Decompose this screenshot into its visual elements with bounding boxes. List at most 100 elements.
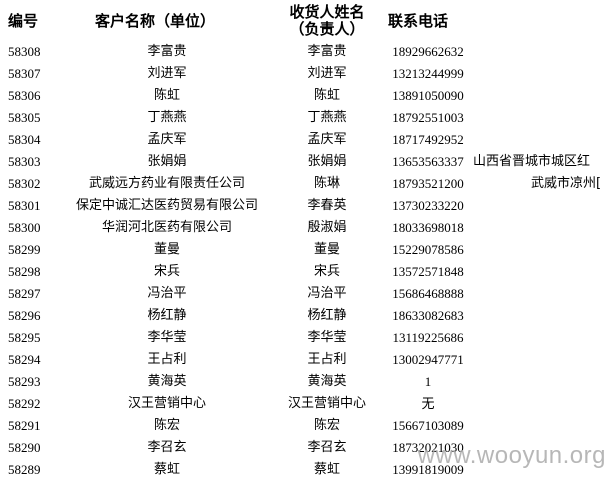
header-phone: 联系电话 — [388, 12, 449, 30]
table-row: 58304 孟庆军 孟庆军 18717492952 — [0, 129, 616, 151]
table-row: 58295 李华莹 李华莹 13119225686 — [0, 327, 616, 349]
table-row: 58301 保定中诚汇达医药贸易有限公司 李春英 13730233220 — [0, 195, 616, 217]
cell-customer: 宋兵 — [153, 264, 180, 279]
cell-customer: 保定中诚汇达医药贸易有限公司 — [75, 198, 258, 213]
cell-receiver: 张娟娟 — [307, 154, 347, 169]
cell-receiver: 刘进军 — [307, 66, 347, 81]
cell-id: 58304 — [8, 132, 41, 147]
watermark: www.wooyun.org — [417, 442, 606, 469]
cell-customer: 丁燕燕 — [147, 110, 187, 125]
cell-phone: 18717492952 — [392, 132, 464, 147]
cell-customer: 李富贵 — [147, 44, 187, 59]
cell-receiver: 丁燕燕 — [307, 110, 347, 125]
cell-receiver: 宋兵 — [313, 264, 340, 279]
cell-receiver: 陈琳 — [313, 176, 340, 191]
table-row: 58297 冯治平 冯治平 15686468888 — [0, 283, 616, 305]
table-row: 58293 黄海英 黄海英 1 — [0, 371, 616, 393]
cell-address: 山西省晋城市城区红 — [473, 154, 591, 169]
cell-customer: 王占利 — [147, 352, 187, 367]
cell-id: 58292 — [8, 396, 41, 411]
cell-id: 58301 — [8, 198, 41, 213]
cell-customer: 冯治平 — [147, 286, 187, 301]
table-row: 58307 刘进军 刘进军 13213244999 — [0, 63, 616, 85]
header-id: 编号 — [8, 12, 39, 30]
cell-receiver: 汉王营销中心 — [287, 396, 366, 411]
cell-id: 58296 — [8, 308, 41, 323]
cell-customer: 黄海英 — [147, 374, 187, 389]
cell-id: 58290 — [8, 440, 41, 455]
cell-customer: 刘进军 — [147, 66, 187, 81]
table-row: 58303 张娟娟 张娟娟 13653563337 山西省晋城市城区红 — [0, 151, 616, 173]
cell-phone: 18929662632 — [392, 44, 464, 59]
cell-receiver: 陈宏 — [313, 418, 340, 433]
cell-customer: 汉王营销中心 — [127, 396, 206, 411]
cell-receiver: 李富贵 — [307, 44, 347, 59]
table-header: 编号 客户名称（单位） 收货人姓名 （负责人） 联系电话 — [0, 0, 616, 44]
cell-receiver: 王占利 — [307, 352, 347, 367]
cell-id: 58306 — [8, 88, 41, 103]
cell-receiver: 李召玄 — [307, 440, 347, 455]
table-row: 58299 董曼 董曼 15229078586 — [0, 239, 616, 261]
cell-receiver: 李春英 — [307, 198, 347, 213]
cell-id: 58293 — [8, 374, 41, 389]
cell-customer: 蔡虹 — [153, 462, 180, 477]
cell-phone: 15686468888 — [392, 286, 464, 301]
cell-customer: 李召玄 — [147, 440, 187, 455]
cell-phone: 13730233220 — [392, 198, 464, 213]
cell-phone: 18033698018 — [392, 220, 464, 235]
table-row: 58306 陈虹 陈虹 13891050090 — [0, 85, 616, 107]
cell-customer: 孟庆军 — [147, 132, 187, 147]
cell-receiver: 李华莹 — [307, 330, 347, 345]
header-customer: 客户名称（单位） — [95, 12, 216, 30]
table-row: 58291 陈宏 陈宏 15667103089 — [0, 415, 616, 437]
table-row: 58296 杨红静 杨红静 18633082683 — [0, 305, 616, 327]
cell-phone: 13572571848 — [392, 264, 464, 279]
cell-id: 58295 — [8, 330, 41, 345]
cell-id: 58297 — [8, 286, 41, 301]
cell-id: 58289 — [8, 462, 41, 477]
cell-customer: 杨红静 — [147, 308, 187, 323]
table-row: 58305 丁燕燕 丁燕燕 18792551003 — [0, 107, 616, 129]
cell-customer: 华润河北医药有限公司 — [101, 220, 232, 235]
cell-customer: 张娟娟 — [147, 154, 187, 169]
cell-phone: 无 — [421, 396, 435, 411]
header-receiver-line2: （负责人） — [289, 20, 365, 38]
cell-phone: 15229078586 — [392, 242, 464, 257]
cell-receiver: 蔡虹 — [313, 462, 340, 477]
cell-phone: 18793521200 — [392, 176, 464, 191]
header-receiver-line1: 收货人姓名 — [289, 3, 365, 21]
cell-customer: 李华莹 — [147, 330, 187, 345]
cell-phone: 13002947771 — [392, 352, 464, 367]
cell-id: 58298 — [8, 264, 41, 279]
cell-id: 58305 — [8, 110, 41, 125]
table-row: 58292 汉王营销中心 汉王营销中心 无 — [0, 393, 616, 415]
cell-id: 58302 — [8, 176, 41, 191]
table-row: 58302 武威远方药业有限责任公司 陈琳 18793521200 武威市凉州[ — [0, 173, 616, 195]
cell-id: 58308 — [8, 44, 41, 59]
cell-customer: 陈虹 — [153, 88, 180, 103]
table-body: 58308 李富贵 李富贵 18929662632 58307 刘进军 刘进军 1321324… — [0, 41, 616, 481]
cell-receiver: 杨红静 — [307, 308, 347, 323]
cell-phone: 13653563337 — [392, 154, 464, 169]
cell-id: 58307 — [8, 66, 41, 81]
cell-receiver: 殷淑娟 — [307, 220, 347, 235]
cell-phone: 13213244999 — [392, 66, 464, 81]
cell-phone: 1 — [424, 374, 432, 389]
cell-receiver: 冯治平 — [307, 286, 347, 301]
header-receiver: 收货人姓名 （负责人） — [285, 4, 369, 38]
cell-id: 58300 — [8, 220, 41, 235]
cell-id: 58291 — [8, 418, 41, 433]
cell-receiver: 陈虹 — [313, 88, 340, 103]
cell-receiver: 黄海英 — [307, 374, 347, 389]
cell-id: 58299 — [8, 242, 41, 257]
cell-phone: 18792551003 — [392, 110, 464, 125]
cell-customer: 陈宏 — [153, 418, 180, 433]
cell-customer: 武威远方药业有限责任公司 — [88, 176, 245, 191]
cell-id: 58294 — [8, 352, 41, 367]
cell-address: 武威市凉州[ — [531, 176, 602, 191]
cell-phone: 15667103089 — [392, 418, 464, 433]
cell-phone: 18633082683 — [392, 308, 464, 323]
table-row: 58308 李富贵 李富贵 18929662632 — [0, 41, 616, 63]
cell-receiver: 董曼 — [313, 242, 340, 257]
table-row: 58294 王占利 王占利 13002947771 — [0, 349, 616, 371]
